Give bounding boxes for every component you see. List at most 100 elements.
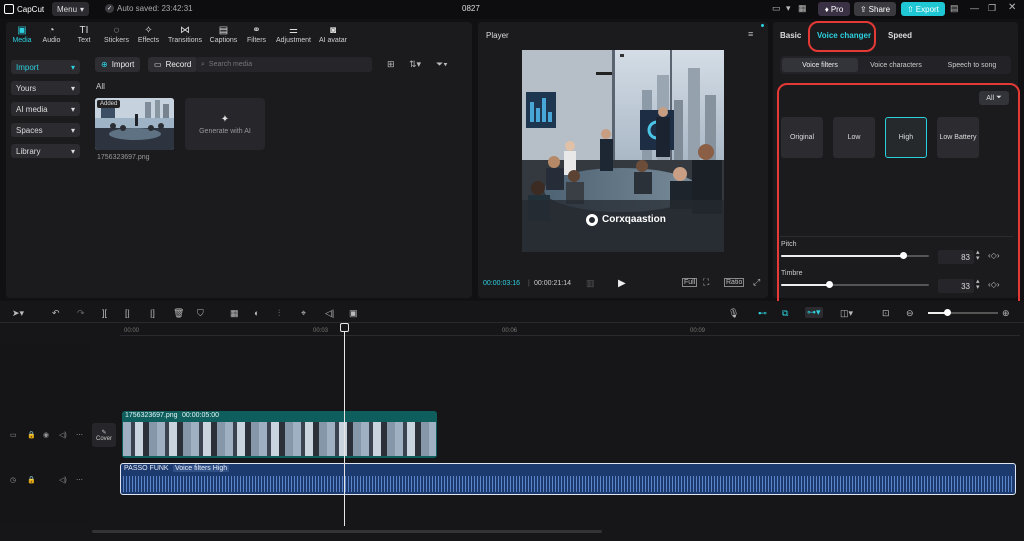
- more-icon[interactable]: ⋯: [76, 431, 83, 439]
- preview-axis-icon[interactable]: ◫▾: [840, 308, 853, 319]
- select-tool-icon[interactable]: ➤▾: [12, 308, 24, 319]
- menu-button[interactable]: Menu ▾: [52, 2, 90, 16]
- sidebar-item-library[interactable]: Library ▾: [11, 144, 80, 158]
- fullscreen-quality-icon[interactable]: Full: [682, 278, 698, 287]
- highlight-voice-filters-area: [777, 83, 1020, 328]
- panel-toggle-icon[interactable]: ▤: [950, 3, 959, 14]
- subtab-voice-characters[interactable]: Voice characters: [860, 58, 932, 72]
- close-icon[interactable]: ✕: [1008, 2, 1016, 13]
- horizontal-scrollbar[interactable]: [92, 530, 602, 533]
- media-thumbnail[interactable]: Added: [95, 98, 174, 150]
- maximize-icon[interactable]: ❐: [988, 3, 996, 14]
- redo-icon[interactable]: ↷: [77, 308, 85, 319]
- mask-icon[interactable]: ◐: [254, 308, 259, 318]
- tab-captions[interactable]: ▤ Captions: [205, 25, 242, 44]
- grid-view-icon[interactable]: ⊞: [387, 59, 395, 70]
- ruler-label: 00:03: [313, 328, 329, 334]
- sidebar-item-spaces[interactable]: Spaces ▾: [11, 123, 80, 137]
- video-clip-filmstrip: [123, 422, 436, 456]
- undo-icon[interactable]: ↶: [52, 308, 60, 319]
- generate-with-ai-button[interactable]: ✦ Generate with AI: [185, 98, 265, 150]
- audio-icon: ◔: [48, 25, 55, 36]
- tab-text[interactable]: TI Text: [67, 25, 101, 44]
- remove-bg-icon[interactable]: ⌖: [301, 308, 306, 319]
- audio-clip[interactable]: PASSO FUNK Voice filters High: [120, 463, 1016, 495]
- auto-snap-icon[interactable]: ⧉: [782, 308, 788, 319]
- linkage-icon[interactable]: ⊶▾: [805, 307, 823, 318]
- search-icon: ⌕: [201, 60, 205, 68]
- crop-icon[interactable]: ⛶: [703, 277, 709, 288]
- layout-dropdown-icon[interactable]: ▾: [786, 3, 791, 14]
- filter-icon[interactable]: ⏷▾: [436, 59, 448, 70]
- caption-track-icon[interactable]: ⊡: [882, 308, 890, 319]
- added-badge: Added: [97, 100, 121, 108]
- freeze-icon[interactable]: ▦: [230, 308, 239, 319]
- record-icon: ▭: [154, 60, 162, 69]
- tab-speed[interactable]: Speed: [888, 31, 912, 40]
- stickers-icon: ◌: [113, 25, 120, 36]
- pro-button[interactable]: ♦ Pro: [818, 2, 850, 16]
- speaker-icon[interactable]: ◁): [59, 431, 67, 439]
- split-icon[interactable]: ][: [102, 308, 107, 318]
- tab-adjustment[interactable]: ⚌ Adjustment: [271, 25, 316, 44]
- playhead-line[interactable]: [344, 326, 345, 526]
- player-preview[interactable]: Corxqaastion: [522, 50, 724, 252]
- minimize-icon[interactable]: —: [970, 3, 979, 13]
- import-button[interactable]: ⊕ Import: [95, 57, 141, 72]
- video-track-icon[interactable]: ▭: [10, 431, 17, 439]
- shortcut-icon[interactable]: ▦: [798, 3, 807, 14]
- delete-icon[interactable]: 🗑: [173, 308, 184, 319]
- speaker-icon[interactable]: ◁): [59, 476, 67, 484]
- timeline-grid-icon[interactable]: ▥: [586, 278, 595, 289]
- more-icon[interactable]: ⋯: [76, 476, 83, 484]
- cover-button[interactable]: ✎ Cover: [92, 423, 116, 447]
- ai-edit-icon[interactable]: ▣: [349, 308, 358, 319]
- play-icon[interactable]: ▶: [618, 278, 626, 289]
- audio-split-icon[interactable]: ◁|: [325, 308, 334, 319]
- ratio-button[interactable]: Ratio: [724, 278, 745, 287]
- video-clip[interactable]: 1756323697.png 00:00:05:00: [122, 411, 437, 458]
- sidebar-item-import[interactable]: Import ▾: [11, 60, 80, 74]
- subtab-voice-filters[interactable]: Voice filters: [782, 58, 858, 72]
- tab-audio[interactable]: ◔ Audio: [36, 25, 67, 44]
- layout-icon[interactable]: ▭: [772, 3, 781, 14]
- tab-transitions[interactable]: ⋈ Transitions: [165, 25, 205, 44]
- tab-media[interactable]: ▣ Media: [8, 25, 36, 44]
- tab-effects[interactable]: ✧ Effects: [132, 25, 165, 44]
- export-button[interactable]: ⇧ Export: [901, 2, 945, 16]
- zoom-slider-knob[interactable]: [944, 309, 951, 316]
- tab-ai-avatar[interactable]: ◙ AI avatar: [316, 25, 350, 44]
- sort-icon[interactable]: ⇅▾: [409, 59, 421, 70]
- audio-track-icon[interactable]: ◷: [10, 476, 16, 484]
- main-track-magnet-icon[interactable]: ⊷: [758, 308, 767, 319]
- tab-filters[interactable]: ⚭ Filters: [242, 25, 271, 44]
- autosave-text: Auto saved: 23:42:31: [117, 4, 193, 13]
- sidebar-item-ai-media[interactable]: AI media ▾: [11, 102, 80, 116]
- sparkle-icon: ✦: [220, 113, 230, 125]
- eye-icon[interactable]: ◉: [43, 431, 49, 439]
- microphone-icon[interactable]: 🎙: [728, 308, 739, 319]
- record-button[interactable]: ▭ Record: [148, 57, 198, 72]
- marker-icon[interactable]: ⛉: [197, 308, 204, 319]
- lock-icon[interactable]: 🔒: [27, 431, 36, 439]
- search-input[interactable]: ⌕ Search media: [196, 57, 372, 72]
- expand-icon[interactable]: ⤢: [753, 277, 760, 288]
- tool-tabs: ▣ Media ◔ Audio TI Text ◌ Stickers ✧ Eff…: [8, 25, 350, 44]
- subtab-speech-to-song[interactable]: Speech to song: [935, 58, 1009, 72]
- zoom-in-icon[interactable]: ⊕: [1002, 308, 1010, 319]
- adjust-icon[interactable]: ⫶: [278, 308, 280, 319]
- total-time: 00:00:21:14: [534, 280, 571, 287]
- tab-captions-label: Captions: [209, 37, 238, 44]
- zoom-out-icon[interactable]: ⊖: [906, 308, 914, 319]
- split-right-icon[interactable]: |]: [150, 308, 155, 318]
- split-left-icon[interactable]: [|: [125, 308, 130, 318]
- tab-basic[interactable]: Basic: [780, 31, 801, 40]
- tab-stickers[interactable]: ◌ Stickers: [101, 25, 132, 44]
- video-clip-name: 1756323697.png: [125, 412, 178, 419]
- lock-icon[interactable]: 🔒: [27, 476, 36, 484]
- hamburger-menu-icon[interactable]: ≡: [748, 29, 753, 39]
- sidebar-item-yours[interactable]: Yours ▾: [11, 81, 80, 95]
- audio-clip-name: PASSO FUNK: [124, 465, 169, 472]
- share-button[interactable]: ⇪ Share: [854, 2, 896, 16]
- playhead-handle[interactable]: [340, 323, 349, 332]
